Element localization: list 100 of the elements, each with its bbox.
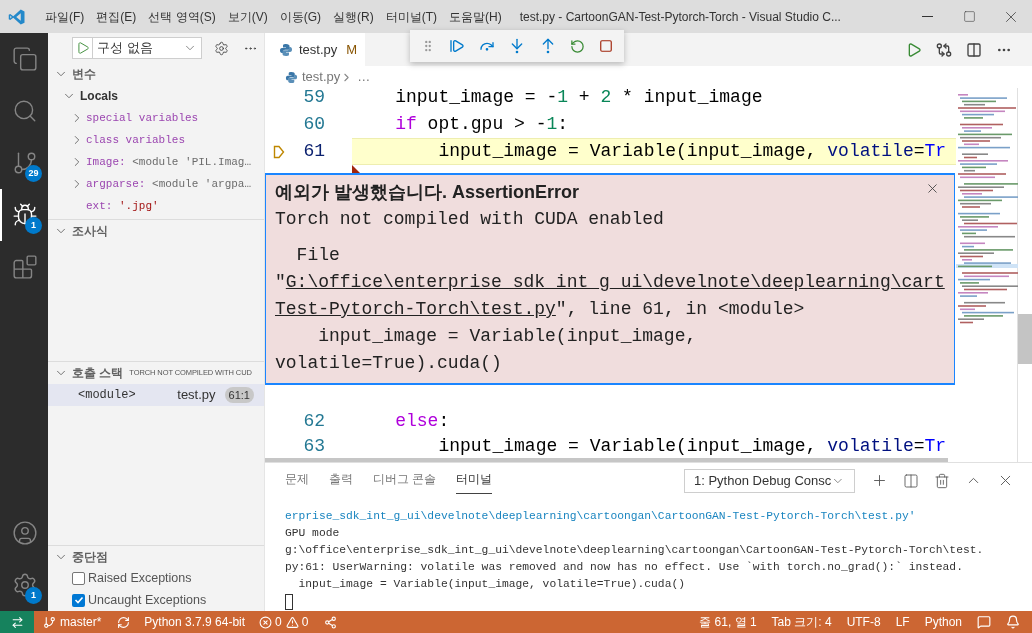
variable-row[interactable]: special variables	[48, 107, 264, 129]
badge: 1	[25, 217, 42, 234]
position-badge: 61:1	[224, 386, 254, 404]
scrollbar-thumb[interactable]	[1018, 314, 1032, 364]
code-line: else:	[394, 411, 450, 432]
breakpoint-label: Uncaught Exceptions	[88, 591, 207, 609]
menu-item[interactable]: 파일(F)	[39, 7, 91, 26]
file-link[interactable]: G:\office\enterprise_sdk_int_g_ui\develnote\deeplearning\cart	[285, 269, 945, 296]
minimize-icon	[921, 16, 933, 17]
terminal-line: py:61: UserWarning: volatile was removed and now has no effect. Use `with torch.no_grad():` instead.	[285, 560, 964, 575]
restart-icon[interactable]	[569, 38, 585, 54]
compare-icon[interactable]	[936, 41, 952, 58]
panel-tab[interactable]: 터미널	[456, 467, 493, 494]
breadcrumb-item[interactable]: test.py	[302, 67, 341, 87]
variable-row[interactable]: Image: <module 'PIL.Imag…	[48, 151, 264, 173]
checkbox[interactable]	[72, 572, 85, 586]
code-line: input_image = Variable(input_image, volatile=Tr	[437, 141, 947, 162]
split-terminal-icon[interactable]	[903, 472, 919, 489]
line-ending[interactable]: LF	[895, 613, 910, 631]
variable-row[interactable]: argparse: <module 'argpa…	[48, 173, 264, 195]
maximize-icon	[962, 10, 976, 23]
files-icon	[12, 46, 38, 72]
code-line: input_image = -1 + 2 * input_image	[394, 88, 763, 108]
live-share-icon[interactable]	[324, 615, 338, 629]
file-link[interactable]: Test-Pytorch-Torch\test.py	[275, 296, 556, 323]
traceback-text: ", line 61, in <module>	[555, 298, 805, 321]
line-number: 63	[302, 435, 325, 458]
panel-tab[interactable]: 문제	[285, 467, 309, 494]
terminal-cursor	[285, 594, 293, 610]
error-icon	[259, 615, 273, 629]
window-title: test.py - CartoonGAN-Test-Pytorch-Torch - Visual Studio C...	[519, 8, 841, 26]
new-terminal-icon[interactable]	[871, 472, 888, 489]
section-title[interactable]: 호출 스택	[72, 364, 124, 382]
section-title[interactable]: 변수	[72, 65, 96, 83]
terminal-line: erprise_sdk_int_g_ui\develnote\deeplearning\cartoongan\CartoonGAN-Test-Pytorch-Torch\test.py'	[285, 509, 917, 524]
current-line-arrow-icon	[273, 144, 285, 159]
python-file-icon	[279, 42, 293, 57]
line-number: 59	[302, 88, 325, 109]
scope-label[interactable]: Locals	[80, 87, 118, 105]
warning-icon	[285, 615, 299, 629]
stop-icon[interactable]	[598, 39, 613, 53]
exception-message: Torch not compiled with CUDA enabled	[275, 208, 664, 231]
line-number: 60	[302, 113, 325, 136]
bell-icon[interactable]	[1006, 615, 1020, 629]
menu-item[interactable]: 실행(R)	[327, 7, 380, 26]
settings-icon	[12, 572, 38, 598]
account-icon	[12, 520, 38, 546]
traceback-text: volatile=True).cuda()	[275, 352, 502, 375]
menu-item[interactable]: 선택 영역(S)	[142, 7, 222, 26]
section-title[interactable]: 중단점	[72, 548, 108, 566]
breadcrumb-item[interactable]: …	[357, 67, 371, 87]
tab-size[interactable]: Tab 크기: 4	[771, 613, 832, 631]
variable-row[interactable]: ext: '.jpg'	[48, 195, 264, 217]
exception-title: 예외가 발생했습니다. AssertionError	[275, 181, 580, 204]
language-mode[interactable]: Python	[924, 613, 962, 631]
run-icon[interactable]	[906, 41, 922, 58]
code-line: if opt.gpu > -1:	[394, 114, 569, 135]
menu-item[interactable]: 터미널(T)	[379, 7, 443, 26]
problems-indicator[interactable]: 0 0	[259, 613, 309, 631]
encoding[interactable]: UTF-8	[846, 613, 881, 631]
line-number: 61	[302, 140, 325, 163]
cursor-position[interactable]: 줄 61, 열 1	[699, 613, 757, 631]
search-icon	[12, 98, 38, 124]
traceback-text: File	[295, 244, 340, 267]
editor-tab[interactable]: test.py M	[265, 33, 365, 66]
split-editor-icon[interactable]	[966, 41, 982, 58]
continue-icon[interactable]	[449, 38, 466, 54]
sync-icon[interactable]	[117, 615, 131, 629]
menu-item[interactable]: 도움말(H)	[443, 7, 508, 26]
modified-label: M	[346, 40, 358, 59]
terminal-select[interactable]: 1: Python Debug Consc	[684, 468, 855, 493]
menu-item[interactable]: 보기(V)	[221, 7, 274, 26]
traceback-text: input_image = Variable(input_image,	[317, 325, 697, 348]
activity-bar-item[interactable]: 1	[0, 559, 48, 611]
feedback-icon[interactable]	[977, 615, 991, 629]
activity-bar-item[interactable]: 29	[0, 137, 48, 189]
remote-icon	[10, 615, 24, 629]
interpreter-indicator[interactable]: Python 3.7.9 64-bit	[144, 613, 246, 631]
close-button[interactable]	[925, 181, 940, 196]
trash-icon[interactable]	[934, 472, 950, 489]
menu-item[interactable]: 이동(G)	[273, 7, 327, 26]
menu-item[interactable]: 편집(E)	[90, 7, 143, 26]
bug-icon	[12, 202, 38, 228]
code-line: input_image = Variable(input_image, volatile=Tr	[437, 436, 947, 457]
panel-tab[interactable]: 출력	[329, 467, 353, 494]
app-logo-icon	[8, 7, 26, 26]
python-file-icon	[285, 70, 298, 84]
panel-tab[interactable]: 디버그 콘솔	[373, 467, 437, 494]
remote-indicator[interactable]	[0, 611, 34, 633]
variable-row[interactable]: class variables	[48, 129, 264, 151]
close-icon	[925, 181, 940, 196]
checkbox[interactable]	[72, 593, 85, 607]
breakpoint-label: Raised Exceptions	[88, 570, 192, 588]
branch-indicator[interactable]: master*	[43, 613, 102, 631]
terminal-line: input_image = Variable(input_image, volatile=True).cuda()	[297, 577, 686, 592]
stack-frame[interactable]: <module> test.py 61:1	[48, 384, 264, 406]
section-title[interactable]: 조사식	[72, 222, 108, 240]
terminal-line: g:\office\enterprise_sdk_int_g_ui\develnote\deeplearning\cartoongan\CartoonGAN-Test-Pytorch-Torch\test.	[285, 543, 985, 558]
blocks-icon	[12, 254, 38, 280]
settings-icon[interactable]	[214, 40, 229, 56]
